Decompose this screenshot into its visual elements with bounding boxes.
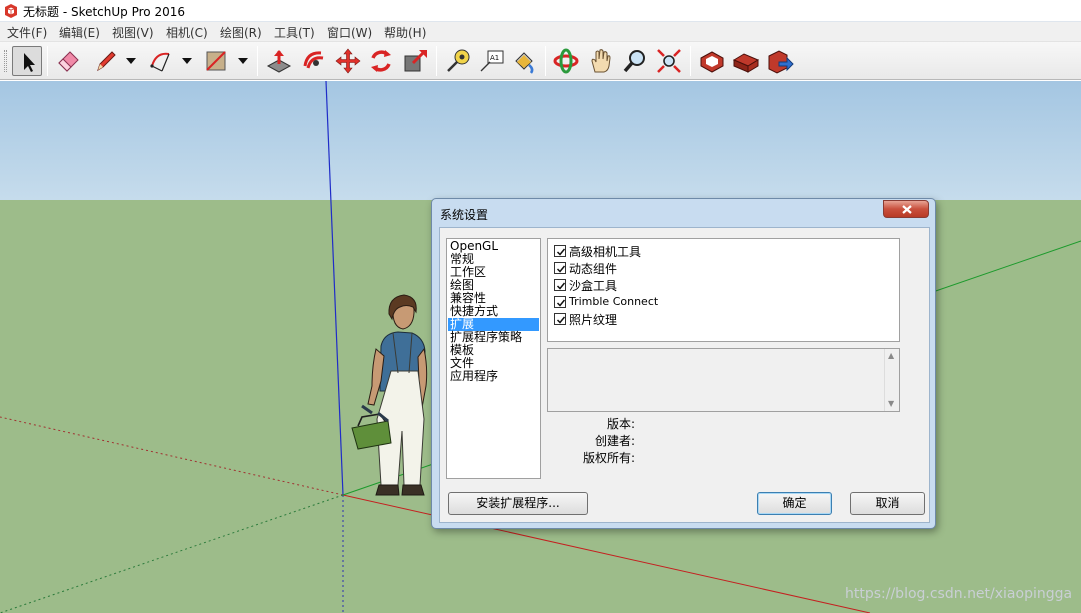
rotate-icon xyxy=(371,50,391,72)
checkmark-icon xyxy=(556,248,566,256)
menu-tools[interactable]: 工具(T) xyxy=(274,24,315,41)
arc-tool-button[interactable] xyxy=(146,46,176,76)
extension-warehouse-button[interactable] xyxy=(731,46,761,76)
move-icon xyxy=(335,48,361,74)
zoom-tool-button[interactable] xyxy=(620,46,650,76)
toolbar-grip[interactable] xyxy=(4,50,7,72)
extension-checkbox[interactable] xyxy=(554,279,566,291)
tape-measure-tool-button[interactable] xyxy=(443,46,473,76)
menu-edit[interactable]: 编辑(E) xyxy=(59,24,100,41)
text-tool-button[interactable]: A1 xyxy=(477,46,507,76)
follow-me-tool-button[interactable] xyxy=(299,46,329,76)
menu-draw[interactable]: 绘图(R) xyxy=(220,24,262,41)
close-icon xyxy=(902,205,912,214)
chevron-down-icon[interactable] xyxy=(237,55,249,67)
extension-label: 动态组件 xyxy=(569,262,618,276)
scroll-up-icon[interactable]: ▲ xyxy=(888,351,894,360)
arc-icon xyxy=(150,52,170,72)
move-tool-button[interactable] xyxy=(333,46,363,76)
window-title: 无标题 - SketchUp Pro 2016 xyxy=(23,5,185,19)
scroll-down-icon[interactable]: ▼ xyxy=(888,399,894,408)
install-extension-button[interactable]: 安装扩展程序... xyxy=(448,492,588,515)
zoom-extents-tool-button[interactable] xyxy=(654,46,684,76)
dialog-body: OpenGL 常规 工作区 绘图 兼容性 快捷方式 扩展 扩展程序策略 模板 文… xyxy=(439,227,930,523)
paint-bucket-icon xyxy=(515,52,534,74)
follow-me-icon xyxy=(303,51,324,69)
extension-warehouse-icon xyxy=(732,53,760,73)
select-tool-button[interactable] xyxy=(12,46,42,76)
scale-tool-button[interactable] xyxy=(401,46,431,76)
description-scrollbar[interactable]: ▲ ▼ xyxy=(884,349,899,411)
extension-label: 沙盒工具 xyxy=(569,279,618,293)
chevron-down-icon[interactable] xyxy=(125,55,137,67)
rectangle-icon xyxy=(206,51,226,71)
extension-label: Trimble Connect xyxy=(569,295,659,308)
rotate-tool-button[interactable] xyxy=(366,46,396,76)
checkmark-icon xyxy=(556,316,566,324)
extension-checkbox[interactable] xyxy=(554,313,566,325)
share-model-icon xyxy=(768,50,794,74)
pan-hand-icon xyxy=(591,49,611,73)
pencil-tool-button[interactable] xyxy=(91,46,121,76)
3d-warehouse-icon xyxy=(700,51,724,73)
share-model-button[interactable] xyxy=(765,46,795,76)
checkmark-icon xyxy=(556,299,566,307)
sketchup-logo-icon xyxy=(5,4,17,18)
version-label: 版本: xyxy=(606,417,635,431)
dialog-title: 系统设置 xyxy=(440,208,489,222)
extension-label: 照片纹理 xyxy=(569,313,618,327)
ok-button[interactable]: 确定 xyxy=(757,492,832,515)
settings-category-list[interactable]: OpenGL 常规 工作区 绘图 兼容性 快捷方式 扩展 扩展程序策略 模板 文… xyxy=(446,238,541,479)
menu-window[interactable]: 窗口(W) xyxy=(327,24,372,41)
copyright-label: 版权所有: xyxy=(582,451,635,465)
dialog-close-button[interactable] xyxy=(883,200,929,218)
rectangle-tool-button[interactable] xyxy=(201,46,231,76)
checkmark-icon xyxy=(556,282,566,290)
extension-description-box: ▲ ▼ xyxy=(547,348,900,412)
tape-measure-icon xyxy=(447,49,470,72)
cancel-button[interactable]: 取消 xyxy=(850,492,925,515)
zoom-extents-icon xyxy=(657,49,681,73)
push-pull-tool-button[interactable] xyxy=(264,46,294,76)
eraser-tool-button[interactable] xyxy=(53,46,83,76)
main-toolbar: A1 xyxy=(0,42,1081,80)
orbit-tool-button[interactable] xyxy=(551,46,581,76)
svg-text:A1: A1 xyxy=(490,54,499,62)
menu-bar: 文件(F) 编辑(E) 视图(V) 相机(C) 绘图(R) 工具(T) 窗口(W… xyxy=(0,22,1081,42)
checkmark-icon xyxy=(556,265,566,273)
menu-help[interactable]: 帮助(H) xyxy=(384,24,426,41)
menu-camera[interactable]: 相机(C) xyxy=(166,24,208,41)
title-bar: 无标题 - SketchUp Pro 2016 xyxy=(0,0,1081,22)
extension-checkbox[interactable] xyxy=(554,262,566,274)
paint-bucket-tool-button[interactable] xyxy=(509,46,539,76)
eraser-icon xyxy=(58,51,79,72)
text-label-icon: A1 xyxy=(480,50,504,72)
zoom-magnifier-icon xyxy=(623,50,645,73)
creator-label: 创建者: xyxy=(594,434,635,448)
system-settings-dialog: 系统设置 OpenGL 常规 工作区 绘图 兼容性 快捷方式 扩展 扩展程序策略… xyxy=(431,198,936,529)
chevron-down-icon[interactable] xyxy=(181,55,193,67)
menu-view[interactable]: 视图(V) xyxy=(112,24,154,41)
extension-checkbox[interactable] xyxy=(554,245,566,257)
3d-warehouse-button[interactable] xyxy=(697,46,727,76)
pencil-icon xyxy=(97,51,116,72)
select-arrow-icon xyxy=(24,53,35,72)
extension-label: 高级相机工具 xyxy=(569,245,642,259)
pan-tool-button[interactable] xyxy=(586,46,616,76)
scale-icon xyxy=(404,49,427,72)
menu-file[interactable]: 文件(F) xyxy=(7,24,47,41)
orbit-icon xyxy=(553,48,579,74)
push-pull-icon xyxy=(266,50,292,73)
nav-item-applications[interactable]: 应用程序 xyxy=(448,370,539,383)
extension-checkbox[interactable] xyxy=(554,296,566,308)
extension-list: 高级相机工具 动态组件 沙盒工具 Trimble Connect 照片纹理 xyxy=(547,238,900,342)
watermark-text: https://blog.csdn.net/xiaopingga xyxy=(845,586,1073,602)
